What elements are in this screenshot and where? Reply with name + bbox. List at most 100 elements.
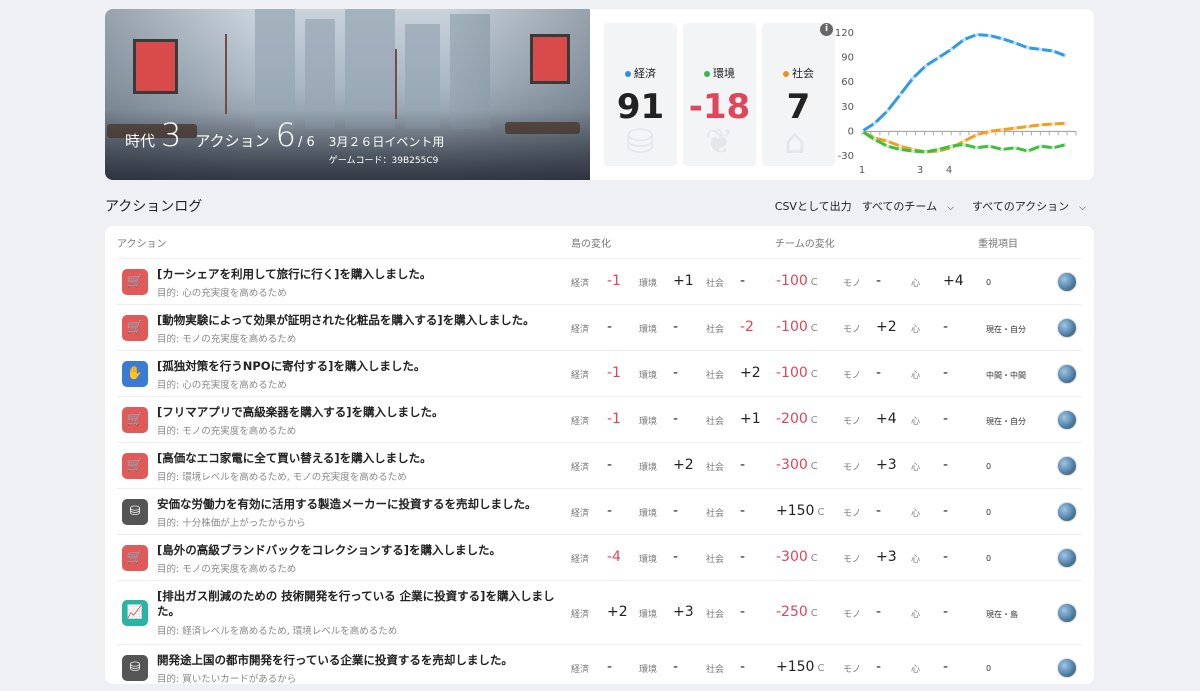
score-economy: 経済 91 ⛁ [604, 23, 677, 166]
table-row[interactable]: 🛒 [カーシェアを利用して旅行に行く]を購入しました。 目的: 心の充実度を高めるた… [117, 258, 1082, 304]
avatar[interactable] [1057, 502, 1077, 522]
action-title: [島外の高級ブランドバックをコレクションする]を購入しました。 [157, 543, 502, 557]
series-point [936, 147, 941, 152]
series-point [872, 137, 877, 142]
hand-icon: ✋ [122, 361, 148, 387]
coin-unit: C [810, 608, 818, 619]
series-point [1064, 142, 1068, 147]
island-economy-change: -1 [607, 273, 621, 289]
series-line [861, 33, 1067, 133]
header-action: アクション [117, 239, 167, 250]
avatar[interactable] [1057, 272, 1077, 292]
team-mono-change: +3 [876, 457, 897, 473]
important-item: 0 [986, 664, 992, 673]
series-point [949, 47, 954, 52]
team-mono-change: - [876, 273, 882, 289]
tree [395, 49, 397, 119]
coin-value: -100 [776, 273, 808, 289]
billboard [133, 39, 178, 94]
island-economy-change: -4 [607, 549, 621, 565]
table-row[interactable]: 📈 [排出ガス削減のための 技術開発を行っている 企業に投資する]を購入しました。… [117, 580, 1082, 644]
team-coin-change: -100 C [776, 365, 818, 381]
series-point [974, 32, 979, 37]
action-purpose: 目的: モノの充実度を高めるため [157, 564, 297, 575]
score-value: -18 [688, 87, 751, 127]
label-economy: 経済 [571, 371, 590, 381]
team-coin-change: -300 C [776, 457, 818, 473]
score-name: 経済 [634, 67, 656, 80]
table-row[interactable]: ✋ [孤独対策を行うNPOに寄付する]を購入しました。 目的: 心の充実度を高めるた… [117, 350, 1082, 396]
coin-unit: C [810, 369, 818, 380]
csv-export-button[interactable]: CSVとして出力 [775, 198, 852, 214]
avatar[interactable] [1057, 364, 1077, 384]
coin-unit: C [810, 553, 818, 564]
label-economy: 経済 [571, 509, 590, 519]
island-environment-change: - [673, 549, 679, 565]
important-item: 0 [986, 554, 992, 563]
table-row[interactable]: ⛁ 開発途上国の都市開発を行っている企業に投資するを売却しました。 目的: 買いたい… [117, 644, 1082, 684]
avatar[interactable] [1057, 410, 1077, 430]
team-coin-change: +150 C [776, 659, 824, 675]
label-environment: 環境 [639, 417, 658, 427]
label-mono: モノ [843, 279, 862, 289]
team-kokoro-change: - [943, 549, 949, 565]
log-filters: CSVとして出力 すべてのチーム ⌵ すべてのアクション ⌵ [765, 198, 1086, 214]
label-economy: 経済 [571, 417, 590, 427]
series-point [872, 121, 877, 125]
avatar[interactable] [1057, 548, 1077, 568]
coin-value: -300 [776, 549, 808, 565]
avatar[interactable] [1057, 318, 1077, 338]
score-name: 社会 [792, 67, 814, 80]
coin-unit: C [817, 663, 825, 674]
action-filter-label: すべてのアクション [971, 200, 1070, 213]
island-environment-change: - [673, 319, 679, 335]
x-tick-label: 3 [917, 165, 923, 173]
avatar[interactable] [1057, 456, 1077, 476]
billboard [530, 34, 570, 84]
coin-unit: C [810, 461, 818, 472]
label-environment: 環境 [639, 463, 658, 473]
team-mono-change: - [876, 503, 882, 519]
action-purpose: 目的: 環境レベルを高めるため, モノの充実度を高めるため [157, 472, 407, 483]
action-purpose: 目的: モノの充実度を高めるため [157, 334, 297, 345]
series-point [1013, 41, 1017, 45]
legend-dot [625, 71, 631, 77]
series-point [898, 92, 903, 97]
score-environment: 環境 -18 ❦ [683, 23, 756, 166]
table-row[interactable]: ⛁ 安価な労働力を有効に活用する製造メーカーに投資するを売却しました。 目的: 十分… [117, 488, 1082, 534]
team-kokoro-change: - [943, 604, 949, 620]
tree [225, 34, 227, 114]
action-filter-dropdown[interactable]: すべてのアクション ⌵ [972, 198, 1086, 214]
team-filter-dropdown[interactable]: すべてのチーム ⌵ [862, 198, 954, 214]
team-coin-change: -200 C [776, 411, 818, 427]
coins-icon: ⛁ [122, 499, 148, 525]
table-row[interactable]: 🛒 [高価なエコ家電に全て買い替える]を購入しました。 目的: 環境レベルを高めるた… [117, 442, 1082, 488]
label-economy: 経済 [571, 325, 590, 335]
important-item: 現在・自分 [986, 417, 1026, 426]
coin-unit: C [810, 415, 818, 426]
label-kokoro: 心 [911, 665, 921, 675]
table-row[interactable]: 🛒 [フリマアプリで高級楽器を購入する]を購入しました。 目的: モノの充実度を高め… [117, 396, 1082, 442]
label-environment: 環境 [639, 509, 658, 519]
avatar[interactable] [1057, 603, 1077, 623]
chevron-down-icon: ⌵ [947, 203, 954, 213]
action-title: 開発途上国の都市開発を行っている企業に投資するを売却しました。 [157, 653, 513, 667]
table-row[interactable]: 🛒 [動物実験によって効果が証明された化粧品を購入する]を購入しました。 目的: モ… [117, 304, 1082, 350]
score-name: 環境 [713, 67, 735, 80]
series-point [974, 132, 979, 137]
avatar[interactable] [1057, 658, 1077, 678]
team-coin-change: -300 C [776, 549, 818, 565]
label-mono: モノ [843, 463, 862, 473]
series-point [1025, 45, 1030, 50]
island-economy-change: - [607, 319, 613, 335]
legend-dot [704, 71, 710, 77]
label-kokoro: 心 [911, 463, 921, 473]
info-icon[interactable]: i [820, 23, 833, 36]
series-point [962, 139, 966, 144]
important-item: 現在・島 [986, 610, 1018, 619]
coin-value: -200 [776, 411, 808, 427]
action-purpose: 目的: 心の充実度を高めるため [157, 380, 287, 391]
table-row[interactable]: 🛒 [島外の高級ブランドバックをコレクションする]を購入しました。 目的: モノの充… [117, 534, 1082, 580]
header-island: 島の変化 [571, 239, 611, 250]
action-title: 安価な労働力を有効に活用する製造メーカーに投資するを売却しました。 [157, 497, 537, 511]
